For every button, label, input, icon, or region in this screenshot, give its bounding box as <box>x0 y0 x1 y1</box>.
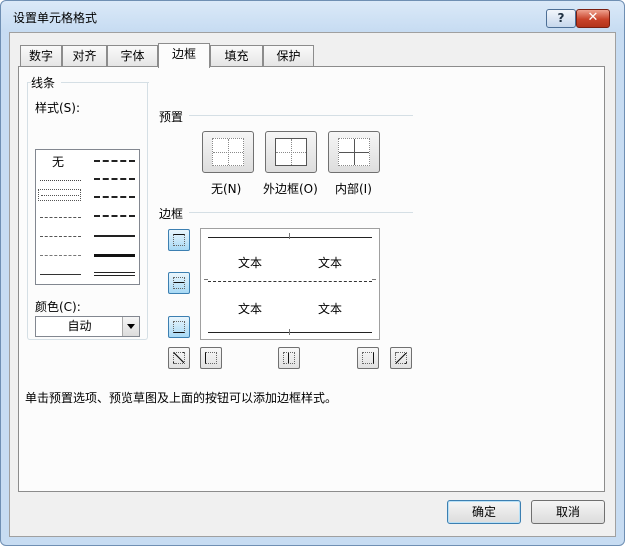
border-horizontal-icon <box>173 277 185 289</box>
line-style-slanted-dash-dot[interactable] <box>94 178 135 180</box>
line-style-medium-dash-dot-dot[interactable] <box>94 160 135 162</box>
border-preview[interactable]: 文本 文本 文本 文本 <box>200 228 380 340</box>
tab-font[interactable]: 字体 <box>107 45 158 67</box>
preview-top-line <box>208 237 372 238</box>
ok-button[interactable]: 确定 <box>447 500 521 524</box>
line-style-medium-dash-dot[interactable] <box>94 196 135 198</box>
border-divider <box>189 212 413 213</box>
border-bottom-icon <box>173 321 185 333</box>
line-style-list[interactable]: 无 <box>35 149 140 285</box>
dialog-window: 设置单元格格式 ? ✕ 数字 对齐 字体 边框 填充 保护 线条 样式(S): … <box>0 0 625 546</box>
border-bottom-button[interactable] <box>168 316 190 338</box>
border-tab-panel: 线条 样式(S): 无 颜色(C): 自动 预置 无(N) 外边框(O) 内部(… <box>18 66 605 492</box>
line-style-medium[interactable] <box>94 235 135 237</box>
preview-tick-left <box>204 279 208 280</box>
color-dropdown-value: 自动 <box>67 319 92 333</box>
preview-cell-text: 文本 <box>238 302 263 316</box>
line-style-none[interactable]: 无 <box>52 153 64 170</box>
border-top-button[interactable] <box>168 229 190 251</box>
preview-cell-text: 文本 <box>318 302 343 316</box>
outline-border-icon <box>275 138 307 166</box>
tab-number[interactable]: 数字 <box>20 45 62 67</box>
border-middle-vertical-button[interactable] <box>278 347 300 369</box>
dialog-client: 数字 对齐 字体 边框 填充 保护 线条 样式(S): 无 颜色(C): 自动 … <box>9 32 616 537</box>
preset-none-label[interactable]: 无(N) <box>211 180 241 197</box>
preset-outline-label[interactable]: 外边框(O) <box>263 180 318 197</box>
border-vertical-icon <box>283 352 295 364</box>
color-label: 颜色(C): <box>35 300 81 314</box>
preset-inside-label[interactable]: 内部(I) <box>335 180 372 197</box>
border-left-button[interactable] <box>200 347 222 369</box>
close-button[interactable]: ✕ <box>576 9 610 28</box>
border-right-icon <box>362 352 374 364</box>
diagonal-down-icon <box>395 352 407 364</box>
hint-text: 单击预置选项、预览草图及上面的按钮可以添加边框样式。 <box>25 391 338 405</box>
border-diagonal-up-button[interactable] <box>168 347 190 369</box>
line-style-double[interactable] <box>94 272 135 276</box>
diagonal-up-icon <box>173 352 185 364</box>
color-dropdown[interactable]: 自动 <box>35 316 140 337</box>
border-top-icon <box>173 234 185 246</box>
inside-border-icon <box>338 138 370 166</box>
no-border-icon <box>212 138 244 166</box>
tab-protection[interactable]: 保护 <box>263 45 314 67</box>
border-title: 边框 <box>159 207 184 221</box>
preview-tick-top <box>289 233 290 239</box>
preset-outline-button[interactable] <box>265 131 317 173</box>
preview-tick-right <box>372 279 376 280</box>
chevron-down-icon[interactable] <box>122 317 139 336</box>
border-middle-horizontal-button[interactable] <box>168 272 190 294</box>
preset-none-button[interactable] <box>202 131 254 173</box>
border-right-button[interactable] <box>357 347 379 369</box>
preview-middle-line <box>208 281 372 282</box>
preview-tick-bottom <box>289 329 290 335</box>
tab-border[interactable]: 边框 <box>158 43 210 68</box>
line-style-dash-dot[interactable] <box>40 236 81 237</box>
preview-bottom-line <box>208 332 372 333</box>
border-left-icon <box>205 352 217 364</box>
line-style-thin[interactable] <box>40 274 81 275</box>
presets-divider <box>189 115 413 116</box>
tab-fill[interactable]: 填充 <box>210 45 263 67</box>
line-style-medium-dashed[interactable] <box>94 215 135 217</box>
tab-alignment[interactable]: 对齐 <box>62 45 107 67</box>
border-diagonal-down-button[interactable] <box>390 347 412 369</box>
preview-cell-text: 文本 <box>318 256 343 270</box>
line-style-dotted[interactable] <box>41 195 79 196</box>
line-style-thick[interactable] <box>94 254 135 257</box>
preview-cell-text: 文本 <box>238 256 263 270</box>
presets-title: 预置 <box>159 110 184 124</box>
dialog-title: 设置单元格格式 <box>13 11 98 25</box>
style-label: 样式(S): <box>35 101 81 115</box>
line-style-hair[interactable] <box>40 180 81 181</box>
line-style-dash-dot-dot[interactable] <box>40 217 81 218</box>
help-button[interactable]: ? <box>546 9 576 28</box>
preset-inside-button[interactable] <box>328 131 380 173</box>
line-style-dashed[interactable] <box>40 255 81 256</box>
cancel-button[interactable]: 取消 <box>531 500 605 524</box>
